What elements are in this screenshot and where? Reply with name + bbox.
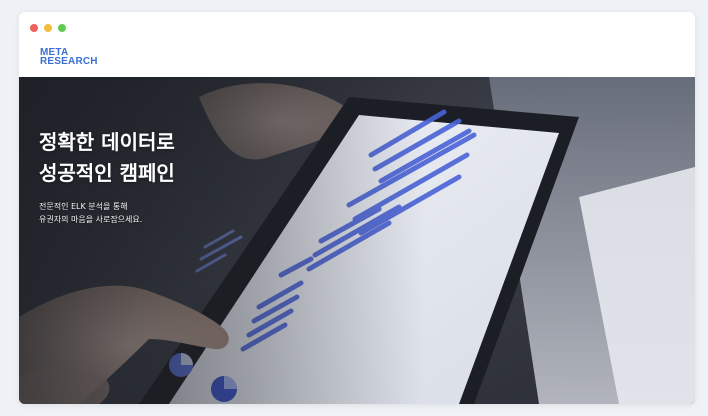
browser-window: META RESEARCH 정확한 데이터로 성공적인 캠페인 전문적인 ELK… <box>19 12 695 404</box>
hero-subtext-line-1: 전문적인 ELK 분석을 통해 <box>39 202 128 211</box>
hero-headline-line-2: 성공적인 캠페인 <box>39 161 175 185</box>
hero-headline-line-1: 정확한 데이터로 <box>39 130 175 154</box>
meta-research-logo[interactable]: META RESEARCH <box>40 48 98 67</box>
hero-banner: 정확한 데이터로 성공적인 캠페인 전문적인 ELK 분석을 통해 유권자의 마… <box>19 77 695 404</box>
hero-headline: 정확한 데이터로 성공적인 캠페인 <box>39 127 175 189</box>
close-window-button[interactable] <box>30 24 38 32</box>
window-titlebar <box>19 12 695 42</box>
logo-line-2: RESEARCH <box>40 56 98 67</box>
hero-subtext-line-2: 유권자의 마음을 사로잡으세요. <box>39 215 143 224</box>
minimize-window-button[interactable] <box>44 24 52 32</box>
hero-subtext: 전문적인 ELK 분석을 통해 유권자의 마음을 사로잡으세요. <box>39 200 142 226</box>
maximize-window-button[interactable] <box>58 24 66 32</box>
